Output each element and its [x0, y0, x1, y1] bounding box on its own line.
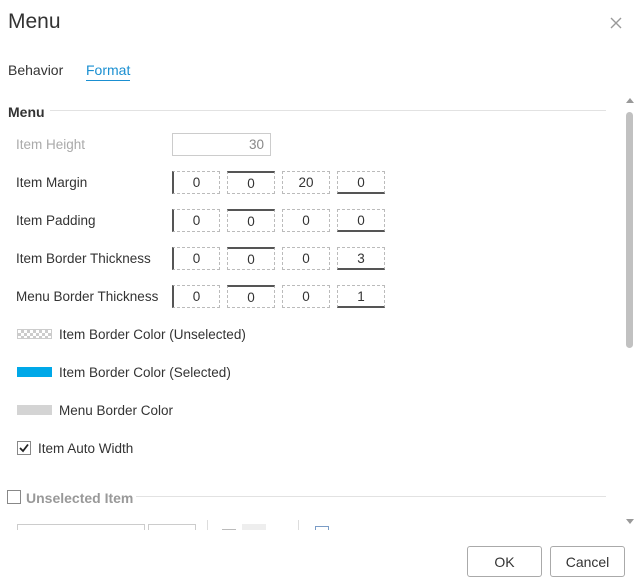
section-title-unselected-item: Unselected Item: [26, 490, 134, 506]
item-height-input[interactable]: 30: [172, 133, 271, 156]
item-padding-right-input[interactable]: 0: [282, 209, 330, 232]
menu-border-color-swatch[interactable]: [17, 405, 52, 415]
section-title-menu: Menu: [8, 104, 45, 120]
menu-border-thickness-label: Menu Border Thickness: [16, 289, 159, 304]
item-margin-right-input[interactable]: 20: [282, 171, 330, 194]
section-divider: [136, 496, 606, 497]
section-divider: [50, 110, 606, 111]
menu-border-color-label: Menu Border Color: [59, 403, 174, 418]
menu-border-left-input[interactable]: 0: [172, 285, 220, 308]
close-icon[interactable]: [607, 14, 625, 32]
tab-format[interactable]: Format: [86, 62, 131, 81]
item-border-color-unselected-swatch[interactable]: [17, 329, 52, 339]
dialog-title: Menu: [8, 10, 61, 33]
tab-behavior[interactable]: Behavior: [8, 62, 63, 78]
item-margin-label: Item Margin: [16, 175, 88, 190]
item-margin-bottom-input[interactable]: 0: [337, 171, 385, 194]
item-margin-left-input[interactable]: 0: [172, 171, 220, 194]
item-border-left-input[interactable]: 0: [172, 247, 220, 270]
background-color-icon[interactable]: [242, 524, 266, 530]
menu-border-right-input[interactable]: 0: [282, 285, 330, 308]
item-height-label: Item Height: [16, 137, 86, 152]
item-padding-left-input[interactable]: 0: [172, 209, 220, 232]
item-padding-bottom-input[interactable]: 0: [337, 209, 385, 232]
item-margin-top-input[interactable]: 0: [227, 171, 275, 194]
scroll-up-icon[interactable]: [626, 98, 634, 103]
item-border-right-input[interactable]: 0: [282, 247, 330, 270]
text-color-icon[interactable]: [222, 529, 236, 530]
scrollbar-thumb[interactable]: [626, 112, 633, 348]
menu-border-bottom-input[interactable]: 1: [337, 285, 385, 308]
scroll-down-icon[interactable]: [626, 519, 634, 524]
align-icon[interactable]: [315, 526, 329, 530]
checkmark-icon: [19, 443, 29, 453]
cancel-button[interactable]: Cancel: [550, 546, 625, 577]
item-padding-top-input[interactable]: 0: [227, 209, 275, 232]
item-border-thickness-label: Item Border Thickness: [16, 251, 151, 266]
item-border-color-unselected-label: Item Border Color (Unselected): [59, 327, 246, 342]
ok-button[interactable]: OK: [467, 546, 542, 577]
toolbar-separator: [298, 520, 299, 530]
unselected-item-checkbox[interactable]: [7, 490, 21, 504]
font-family-select[interactable]: [17, 524, 145, 530]
item-auto-width-label: Item Auto Width: [38, 441, 134, 456]
toolbar-separator: [207, 520, 208, 530]
format-panel: Menu Item Height 30 Item Margin 0 0 20 0…: [0, 96, 622, 530]
item-padding-label: Item Padding: [16, 213, 96, 228]
menu-border-top-input[interactable]: 0: [227, 285, 275, 308]
item-border-color-selected-label: Item Border Color (Selected): [59, 365, 231, 380]
font-size-input[interactable]: [148, 524, 196, 530]
item-auto-width-checkbox[interactable]: [17, 441, 31, 455]
item-border-top-input[interactable]: 0: [227, 247, 275, 270]
item-border-bottom-input[interactable]: 3: [337, 247, 385, 270]
item-border-color-selected-swatch[interactable]: [17, 367, 52, 377]
